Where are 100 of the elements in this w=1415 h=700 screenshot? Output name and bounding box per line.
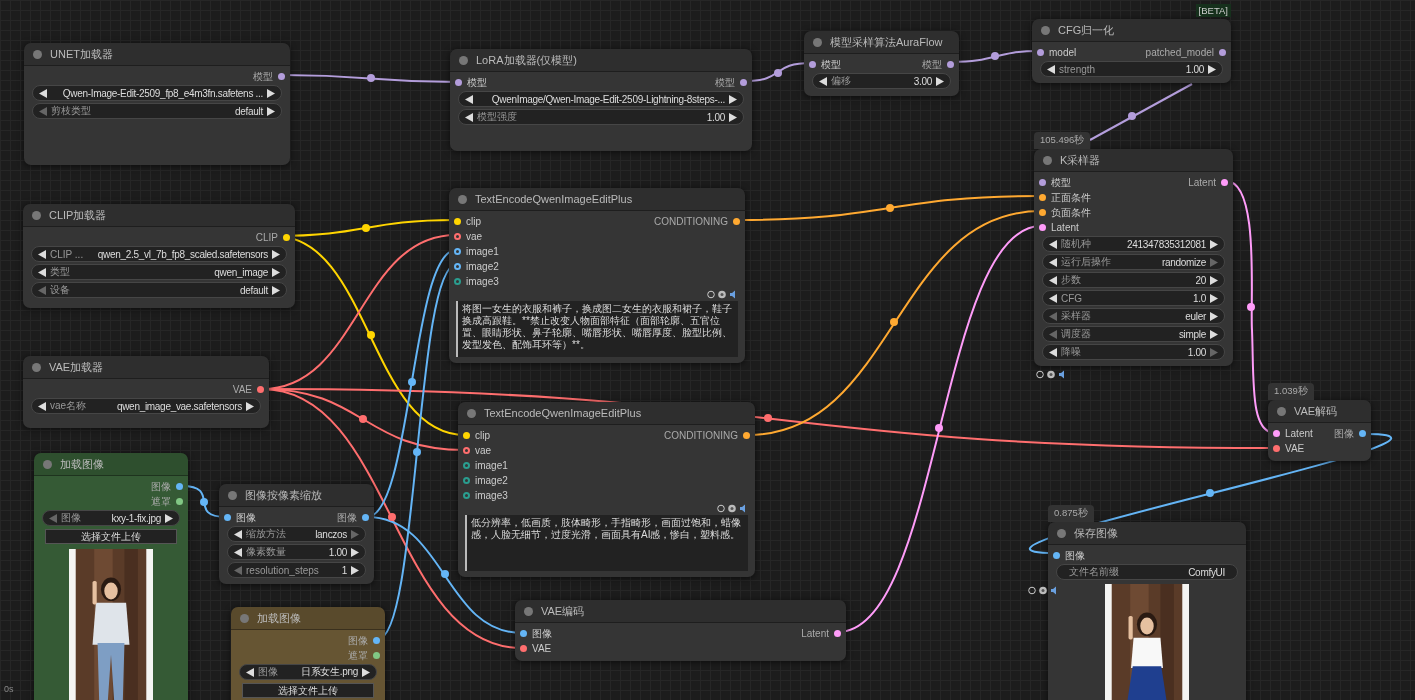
right-arrow-icon[interactable] xyxy=(1210,329,1218,339)
widget-field[interactable]: QwenImage/Qwen-Image-Edit-2509-Lightning-8steps-... xyxy=(458,91,744,107)
widget-field[interactable]: 图像 日系女生.png xyxy=(239,664,377,680)
link-midpoint-dot[interactable] xyxy=(1128,112,1136,120)
link-midpoint-dot[interactable] xyxy=(367,331,375,339)
right-arrow-icon[interactable] xyxy=(936,76,944,86)
output-slot[interactable] xyxy=(733,218,740,225)
input-slot[interactable] xyxy=(455,79,462,86)
left-arrow-icon[interactable] xyxy=(246,667,254,677)
input-slot[interactable] xyxy=(463,462,470,469)
widget-field[interactable]: Qwen-Image-Edit-2509_fp8_e4m3fn.safetens ... xyxy=(32,85,282,101)
link-midpoint-dot[interactable] xyxy=(1247,303,1255,311)
right-arrow-icon[interactable] xyxy=(362,667,370,677)
collapse-dot-icon[interactable] xyxy=(459,55,468,65)
collapse-dot-icon[interactable] xyxy=(458,194,467,204)
output-slot[interactable] xyxy=(834,630,841,637)
widget-field[interactable]: CLIP ... qwen_2.5_vl_7b_fp8_scaled.safetensors xyxy=(31,246,287,262)
widget-field[interactable]: 类型 qwen_image xyxy=(31,264,287,280)
link-midpoint-dot[interactable] xyxy=(359,415,367,423)
left-arrow-icon[interactable] xyxy=(1049,293,1057,303)
link-midpoint-dot[interactable] xyxy=(441,570,449,578)
output-slot[interactable] xyxy=(283,234,290,241)
widget-field[interactable]: 模型强度 1.00 xyxy=(458,109,744,125)
input-slot[interactable] xyxy=(463,432,470,439)
widget-field[interactable]: 图像 kxy-1-fix.jpg xyxy=(42,510,180,526)
output-slot[interactable] xyxy=(947,61,954,68)
input-slot[interactable] xyxy=(454,278,461,285)
left-arrow-icon[interactable] xyxy=(38,249,46,259)
output-slot[interactable] xyxy=(1219,49,1226,56)
left-arrow-icon[interactable] xyxy=(1049,257,1057,267)
collapse-dot-icon[interactable] xyxy=(43,459,52,469)
output-slot[interactable] xyxy=(1359,430,1366,437)
right-arrow-icon[interactable] xyxy=(272,249,280,259)
input-slot[interactable] xyxy=(454,218,461,225)
link-midpoint-dot[interactable] xyxy=(362,224,370,232)
widget-field[interactable]: 采样器 euler xyxy=(1042,308,1225,324)
output-slot[interactable] xyxy=(278,73,285,80)
widget-field[interactable]: vae名称 qwen_image_vae.safetensors xyxy=(31,398,261,414)
left-arrow-icon[interactable] xyxy=(234,547,242,557)
input-slot[interactable] xyxy=(224,514,231,521)
link-midpoint-dot[interactable] xyxy=(200,498,208,506)
collapse-dot-icon[interactable] xyxy=(240,613,249,623)
collapse-dot-icon[interactable] xyxy=(1057,528,1066,538)
output-slot[interactable] xyxy=(740,79,747,86)
widget-field[interactable]: 设备 default xyxy=(31,282,287,298)
link-midpoint-dot[interactable] xyxy=(388,513,396,521)
widget-field[interactable]: resolution_steps 1 xyxy=(227,562,366,578)
widget-field[interactable]: 步数 20 xyxy=(1042,272,1225,288)
collapse-dot-icon[interactable] xyxy=(1043,155,1052,165)
widget-field[interactable]: 调度器 simple xyxy=(1042,326,1225,342)
upload-button[interactable]: 选择文件上传 xyxy=(45,529,177,544)
collapse-dot-icon[interactable] xyxy=(228,490,237,500)
left-arrow-icon[interactable] xyxy=(38,401,46,411)
widget-field[interactable]: 偏移 3.00 xyxy=(812,73,951,89)
left-arrow-icon[interactable] xyxy=(465,112,473,122)
right-arrow-icon[interactable] xyxy=(165,513,173,523)
widget-field[interactable]: 运行后操作 randomize xyxy=(1042,254,1225,270)
link-midpoint-dot[interactable] xyxy=(367,74,375,82)
left-arrow-icon[interactable] xyxy=(38,267,46,277)
input-slot[interactable] xyxy=(1053,552,1060,559)
input-slot[interactable] xyxy=(463,492,470,499)
link-midpoint-dot[interactable] xyxy=(886,204,894,212)
right-arrow-icon[interactable] xyxy=(729,112,737,122)
input-slot[interactable] xyxy=(1039,224,1046,231)
right-arrow-icon[interactable] xyxy=(351,547,359,557)
output-slot[interactable] xyxy=(373,652,380,659)
link-midpoint-dot[interactable] xyxy=(935,424,943,432)
widget-field[interactable]: CFG 1.0 xyxy=(1042,290,1225,306)
right-arrow-icon[interactable] xyxy=(272,267,280,277)
left-arrow-icon[interactable] xyxy=(1049,239,1057,249)
input-slot[interactable] xyxy=(463,447,470,454)
input-slot[interactable] xyxy=(520,645,527,652)
right-arrow-icon[interactable] xyxy=(246,401,254,411)
output-slot[interactable] xyxy=(1221,179,1228,186)
collapse-dot-icon[interactable] xyxy=(1277,406,1286,416)
right-arrow-icon[interactable] xyxy=(1208,64,1216,74)
collapse-dot-icon[interactable] xyxy=(524,606,533,616)
right-arrow-icon[interactable] xyxy=(1210,239,1218,249)
output-slot[interactable] xyxy=(176,483,183,490)
output-slot[interactable] xyxy=(362,514,369,521)
output-slot[interactable] xyxy=(257,386,264,393)
right-arrow-icon[interactable] xyxy=(1210,275,1218,285)
widget-field[interactable]: 像素数量 1.00 xyxy=(227,544,366,560)
widget-field[interactable]: 剪枝类型 default xyxy=(32,103,282,119)
input-slot[interactable] xyxy=(1273,430,1280,437)
prompt-field[interactable]: 低分辨率，低画质，肢体畸形，手指畸形，画面过饱和，蜡像感，人脸无细节，过度光滑，画面具有AI感，惨白，塑料感。 xyxy=(465,515,748,571)
link-midpoint-dot[interactable] xyxy=(764,414,772,422)
right-arrow-icon[interactable] xyxy=(351,565,359,575)
input-slot[interactable] xyxy=(454,233,461,240)
link-midpoint-dot[interactable] xyxy=(890,318,898,326)
left-arrow-icon[interactable] xyxy=(1049,275,1057,285)
collapse-dot-icon[interactable] xyxy=(32,210,41,220)
upload-button[interactable]: 选择文件上传 xyxy=(242,683,374,698)
status-icons-drawing[interactable] xyxy=(1028,586,1058,595)
right-arrow-icon[interactable] xyxy=(267,88,275,98)
right-arrow-icon[interactable] xyxy=(267,106,275,116)
link-midpoint-dot[interactable] xyxy=(1206,489,1214,497)
link-midpoint-dot[interactable] xyxy=(408,378,416,386)
widget-field[interactable]: 降噪 1.00 xyxy=(1042,344,1225,360)
widget-field[interactable]: 缩放方法 lanczos xyxy=(227,526,366,542)
